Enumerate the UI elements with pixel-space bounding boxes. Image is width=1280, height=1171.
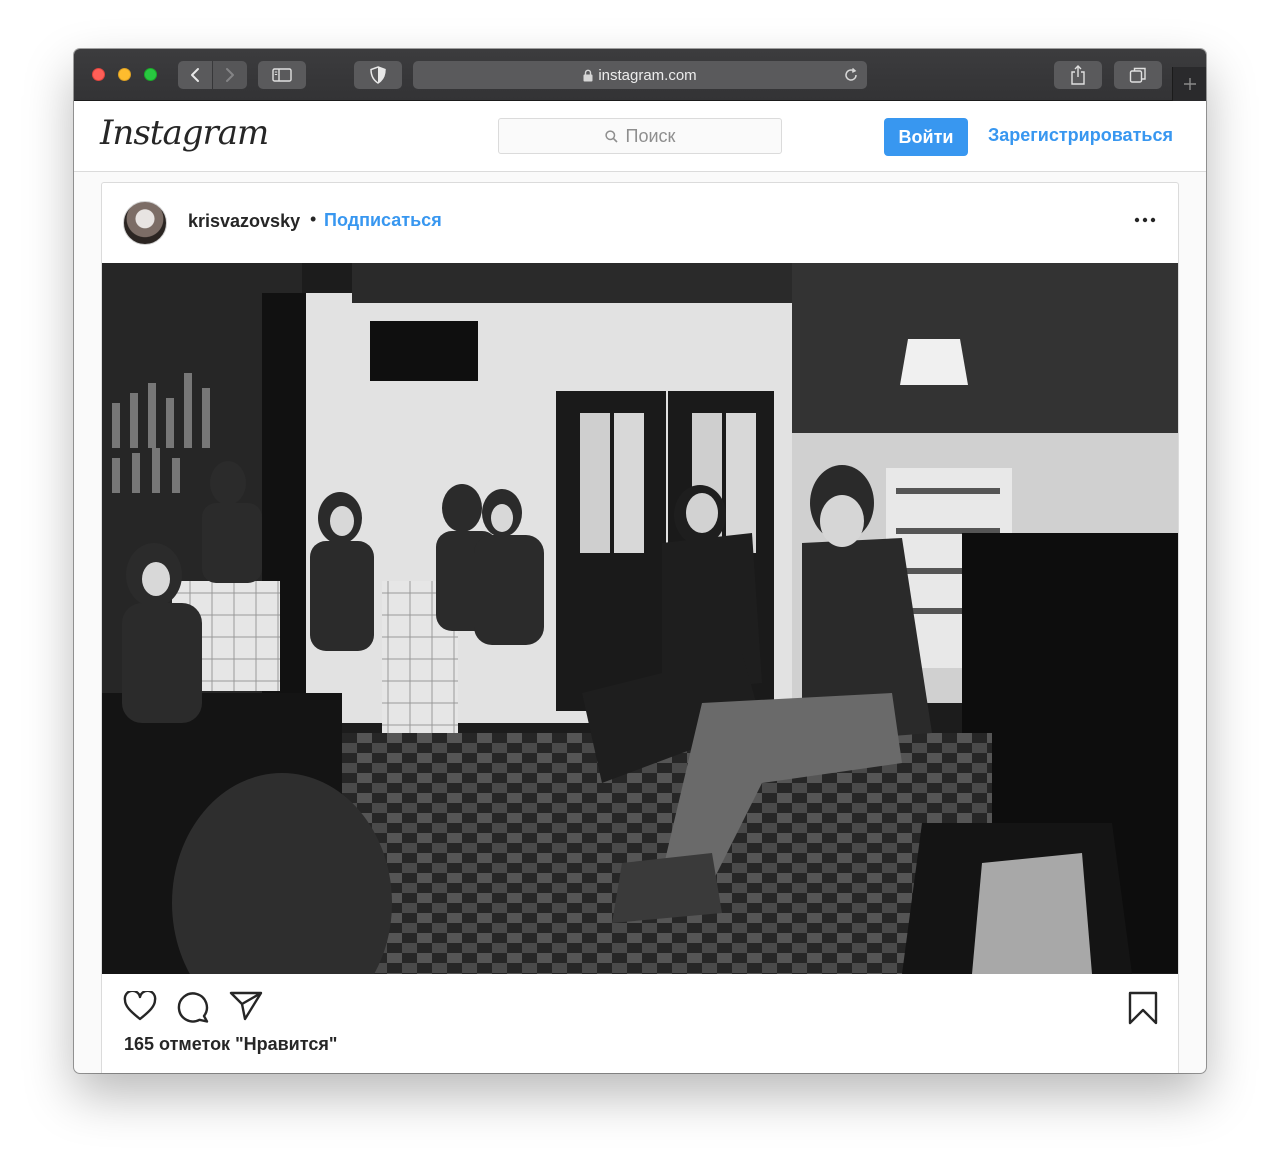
post-photo[interactable]: [102, 263, 1178, 974]
minimize-window-button[interactable]: [118, 68, 131, 81]
search-input[interactable]: Поиск: [498, 118, 782, 154]
comment-icon[interactable]: [175, 991, 209, 1023]
plus-icon: [1183, 78, 1196, 90]
heart-icon[interactable]: [123, 991, 157, 1021]
address-bar[interactable]: instagram.com: [413, 61, 867, 89]
url-text: instagram.com: [598, 66, 697, 84]
browser-share-button[interactable]: [1054, 61, 1102, 89]
browser-window: instagram.com Instagram Поиск Войти Заре…: [74, 49, 1206, 1073]
new-tab-button[interactable]: [1172, 67, 1206, 101]
forward-icon: [226, 68, 234, 82]
lock-icon: [583, 69, 593, 81]
instagram-logo[interactable]: Instagram: [100, 113, 269, 153]
login-button[interactable]: Войти: [884, 118, 968, 156]
browser-toolbar: instagram.com: [74, 49, 1206, 101]
bookmark-icon[interactable]: [1128, 991, 1158, 1025]
separator-dot: •: [310, 209, 317, 229]
share-icon: [1071, 65, 1085, 85]
more-icon[interactable]: [1134, 217, 1156, 223]
post-header: krisvazovsky • Подписаться: [102, 183, 1178, 263]
zoom-window-button[interactable]: [144, 68, 157, 81]
post-actions: [102, 974, 1178, 1034]
avatar[interactable]: [123, 201, 167, 245]
back-icon: [191, 68, 199, 82]
post-username[interactable]: krisvazovsky: [188, 211, 300, 232]
signup-link[interactable]: Зарегистрироваться: [988, 125, 1173, 146]
close-window-button[interactable]: [92, 68, 105, 81]
reload-icon[interactable]: [843, 67, 859, 83]
forward-button[interactable]: [213, 61, 247, 89]
follow-link[interactable]: Подписаться: [324, 210, 442, 231]
tab-overview-button[interactable]: [1114, 61, 1162, 89]
shield-icon: [370, 66, 386, 84]
tabs-icon: [1129, 67, 1146, 83]
sidebar-button[interactable]: [258, 61, 306, 89]
post-card: krisvazovsky • Подписаться 165 отметок "…: [101, 182, 1179, 1073]
search-icon: [604, 129, 618, 143]
instagram-header: Instagram Поиск Войти Зарегистрироваться: [74, 101, 1206, 172]
send-icon[interactable]: [229, 991, 263, 1021]
privacy-report-button[interactable]: [354, 61, 402, 89]
likes-count[interactable]: 165 отметок "Нравится": [124, 1034, 337, 1055]
back-button[interactable]: [178, 61, 212, 89]
sidebar-icon: [272, 68, 292, 82]
photo-illustration: [102, 263, 1178, 974]
search-placeholder: Поиск: [625, 125, 676, 146]
